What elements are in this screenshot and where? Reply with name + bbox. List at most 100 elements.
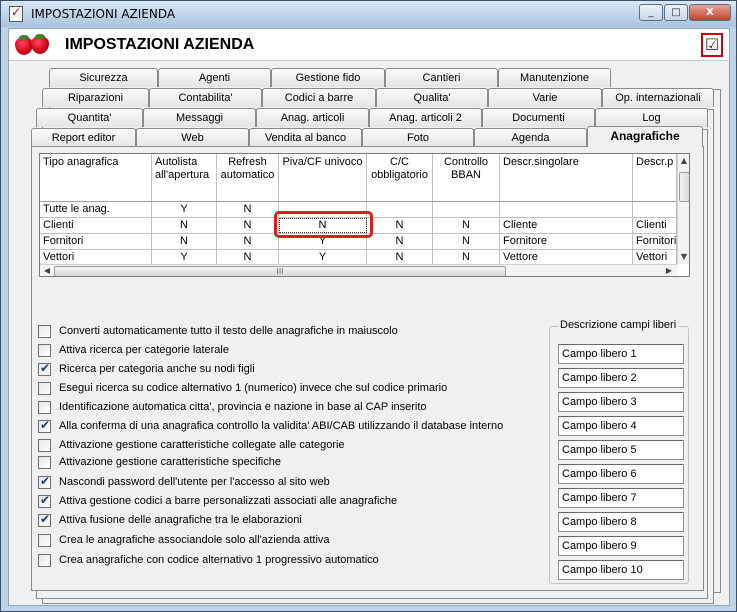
horizontal-scroll-thumb[interactable]: III <box>54 266 506 276</box>
grid-cell[interactable]: Fornitori <box>40 234 152 250</box>
column-header[interactable]: Descr.singolare <box>500 154 633 202</box>
tab-agenda[interactable]: Agenda <box>474 128 587 147</box>
free-field-input[interactable]: Campo libero 2 <box>558 368 684 388</box>
checkbox[interactable] <box>38 418 51 433</box>
grid-cell[interactable]: N <box>217 234 279 250</box>
tab-report-editor[interactable]: Report editor <box>31 128 136 147</box>
grid-cell[interactable]: Cliente <box>500 218 633 234</box>
checkbox[interactable] <box>38 533 51 547</box>
tab-manutenzione[interactable]: Manutenzione <box>498 68 611 87</box>
tab-anagrafiche[interactable]: Anagrafiche <box>587 126 703 147</box>
column-header[interactable]: Controllo BBAN <box>433 154 500 202</box>
option-row[interactable]: Converti automaticamente tutto il testo … <box>38 323 398 339</box>
free-field-input[interactable]: Campo libero 9 <box>558 536 684 556</box>
grid-cell[interactable]: N <box>152 218 217 234</box>
option-row[interactable]: Crea le anagrafiche associandole solo al… <box>38 532 330 548</box>
free-field-input[interactable]: Campo libero 3 <box>558 392 684 412</box>
tab-documenti[interactable]: Documenti <box>482 108 595 127</box>
column-header[interactable]: Refresh automatico <box>217 154 279 202</box>
anagrafiche-grid[interactable]: Tipo anagrafica Autolista all'apertura R… <box>39 153 690 277</box>
tab-qualita[interactable]: Qualita' <box>376 88 488 107</box>
option-row[interactable]: Alla conferma di una anagrafica controll… <box>38 418 503 434</box>
grid-cell[interactable] <box>633 202 677 218</box>
tab-sicurezza[interactable]: Sicurezza <box>49 68 158 87</box>
column-header[interactable]: Tipo anagrafica <box>40 154 152 202</box>
option-row[interactable]: Crea anagrafiche con codice alternativo … <box>38 552 379 568</box>
minimize-button[interactable]: _ <box>639 4 663 21</box>
grid-cell[interactable]: N <box>217 202 279 218</box>
tab-messaggi[interactable]: Messaggi <box>143 108 256 127</box>
option-row[interactable]: Esegui ricerca su codice alternativo 1 (… <box>38 380 447 396</box>
tab-quantita[interactable]: Quantita' <box>36 108 143 127</box>
tab-web[interactable]: Web <box>136 128 249 147</box>
grid-cell[interactable]: N <box>433 218 500 234</box>
option-row[interactable]: Attivazione gestione caratteristiche spe… <box>38 454 281 470</box>
checkbox[interactable] <box>38 361 51 376</box>
horizontal-scrollbar[interactable]: ◀ III ▶ <box>40 264 677 276</box>
tab-op-internazionali[interactable]: Op. internazionali <box>602 88 714 107</box>
free-field-input[interactable]: Campo libero 5 <box>558 440 684 460</box>
grid-cell[interactable]: Fornitori <box>633 234 677 250</box>
free-field-input[interactable]: Campo libero 8 <box>558 512 684 532</box>
column-header[interactable]: Autolista all'apertura <box>152 154 217 202</box>
maximize-button[interactable]: □ <box>664 4 688 21</box>
title-bar[interactable]: IMPOSTAZIONI AZIENDA _ □ X <box>1 1 736 27</box>
checkbox[interactable] <box>38 455 51 469</box>
column-header[interactable]: Descr.p <box>633 154 677 202</box>
checkbox[interactable] <box>38 324 51 338</box>
close-button[interactable]: X <box>689 4 731 21</box>
vertical-scroll-thumb[interactable] <box>679 172 689 202</box>
tab-agenti[interactable]: Agenti <box>158 68 271 87</box>
option-row[interactable]: Identificazione automatica citta', provi… <box>38 399 427 415</box>
tab-log[interactable]: Log <box>595 108 708 127</box>
grid-cell[interactable]: Clienti <box>633 218 677 234</box>
column-header[interactable]: C/C obbligatorio <box>367 154 433 202</box>
option-row[interactable]: Nascondi password dell'utente per l'acce… <box>38 474 330 490</box>
tab-anag-articoli[interactable]: Anag. articoli <box>256 108 369 127</box>
grid-cell[interactable]: N <box>433 234 500 250</box>
free-field-input[interactable]: Campo libero 6 <box>558 464 684 484</box>
option-row[interactable]: Ricerca per categoria anche su nodi figl… <box>38 361 255 377</box>
tab-anag-articoli-2[interactable]: Anag. articoli 2 <box>369 108 482 127</box>
option-row[interactable]: Attiva gestione codici a barre personali… <box>38 493 397 509</box>
checkbox[interactable] <box>38 400 51 414</box>
tab-vendita-al-banco[interactable]: Vendita al banco <box>249 128 362 147</box>
grid-cell[interactable]: Tutte le anag. <box>40 202 152 218</box>
vertical-scrollbar[interactable]: ▲ ▼ <box>677 154 689 264</box>
grid-cell[interactable] <box>500 202 633 218</box>
checkbox[interactable] <box>38 493 51 508</box>
grid-cell[interactable]: Clienti <box>40 218 152 234</box>
option-row[interactable]: Attiva ricerca per categorie laterale <box>38 342 229 358</box>
option-row[interactable]: Attiva fusione delle anagrafiche tra le … <box>38 512 302 528</box>
free-field-input[interactable]: Campo libero 4 <box>558 416 684 436</box>
scroll-right-icon[interactable]: ▶ <box>663 266 675 275</box>
free-field-input[interactable]: Campo libero 1 <box>558 344 684 364</box>
grid-cell[interactable] <box>367 202 433 218</box>
option-row[interactable]: Attivazione gestione caratteristiche col… <box>38 437 345 453</box>
column-header[interactable]: Piva/CF univoco <box>279 154 367 202</box>
checklist-icon[interactable]: ☑ <box>701 33 723 57</box>
tab-cantieri[interactable]: Cantieri <box>385 68 498 87</box>
grid-cell[interactable]: Y <box>152 202 217 218</box>
tab-foto[interactable]: Foto <box>362 128 474 147</box>
scroll-up-icon[interactable]: ▲ <box>678 156 689 165</box>
grid-cell[interactable]: Fornitore <box>500 234 633 250</box>
grid-cell[interactable]: N <box>367 234 433 250</box>
scroll-down-icon[interactable]: ▼ <box>678 252 689 261</box>
grid-cell[interactable]: N <box>152 234 217 250</box>
tab-contabilita[interactable]: Contabilita' <box>149 88 262 107</box>
checkbox[interactable] <box>38 474 51 489</box>
tab-riparazioni[interactable]: Riparazioni <box>42 88 149 107</box>
tab-varie[interactable]: Varie <box>488 88 602 107</box>
free-field-input[interactable]: Campo libero 10 <box>558 560 684 580</box>
checkbox[interactable] <box>38 438 51 452</box>
grid-cell[interactable]: N <box>367 218 433 234</box>
checkbox[interactable] <box>38 343 51 357</box>
checkbox[interactable] <box>38 553 51 567</box>
checkbox[interactable] <box>38 381 51 395</box>
checkbox[interactable] <box>38 512 51 527</box>
scroll-left-icon[interactable]: ◀ <box>41 266 53 275</box>
grid-cell[interactable]: N <box>217 218 279 234</box>
tab-gestione-fido[interactable]: Gestione fido <box>271 68 385 87</box>
tab-codici-a-barre[interactable]: Codici a barre <box>262 88 376 107</box>
